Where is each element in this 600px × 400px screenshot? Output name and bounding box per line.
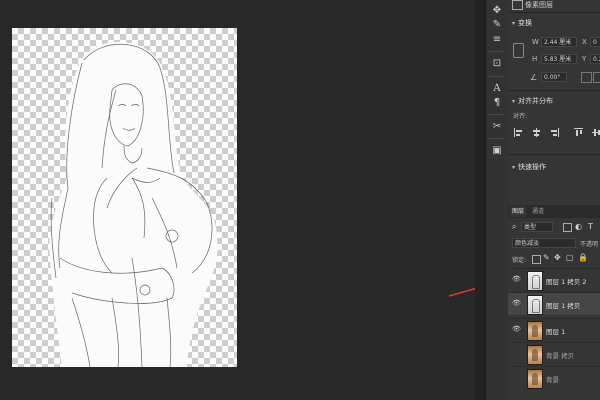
sketch-portrait-image (49, 42, 218, 367)
x-field[interactable]: 0 (590, 37, 600, 47)
flip-vertical-icon[interactable] (593, 72, 600, 83)
character-icon[interactable]: A (489, 82, 505, 96)
layer-thumbnail (527, 295, 543, 315)
tool-divider (489, 138, 505, 139)
tool-divider (489, 51, 505, 52)
lock-all-icon[interactable]: 🔒 (578, 253, 588, 262)
eye-icon[interactable]: 👁 (512, 299, 521, 309)
flip-horizontal-icon[interactable] (581, 72, 592, 83)
transform-title: 变换 (518, 19, 533, 27)
y-field[interactable]: 0.2 (590, 54, 600, 64)
eye-icon[interactable]: 👁 (512, 325, 521, 335)
tool-divider (489, 76, 505, 77)
eye-hidden-icon[interactable] (512, 373, 519, 383)
chevron-down-icon: ▾ (512, 98, 516, 105)
align-center-icon[interactable] (532, 128, 541, 137)
w-label: W (532, 38, 539, 46)
layer-name: 图层 1 (546, 328, 566, 336)
width-field[interactable]: 2.44 厘米 (541, 37, 577, 47)
eye-icon[interactable]: 👁 (512, 275, 521, 285)
divider (508, 12, 600, 13)
layer-name: 背景 拷贝 (546, 352, 575, 360)
divider (508, 90, 600, 91)
filter-text-icon[interactable]: T (588, 222, 593, 231)
height-field[interactable]: 5.83 厘米 (541, 54, 577, 64)
lock-label: 锁定: (512, 257, 527, 264)
align-title: 对齐并分布 (518, 97, 554, 105)
layer-thumbnail (527, 321, 543, 341)
quick-actions-title[interactable]: ▾ 快速操作 (512, 162, 546, 172)
layer-thumbnail (527, 345, 543, 365)
layer-row[interactable]: 👁 图层 1 拷贝 2 (508, 268, 600, 291)
layer-filter-select[interactable]: 类型 (521, 222, 553, 232)
angle-field[interactable]: 0.00° (541, 72, 567, 82)
chevron-down-icon: ▾ (512, 164, 516, 171)
layer-row[interactable]: 👁 图层 1 (508, 318, 600, 341)
document-canvas[interactable] (12, 28, 237, 367)
layer-row[interactable]: 背景 拷贝 (508, 342, 600, 365)
transform-section-title[interactable]: ▾ 变换 (512, 18, 532, 28)
opacity-label: 不透明 (580, 241, 599, 248)
lock-position-icon[interactable]: ✥ (554, 253, 561, 262)
layer-name: 图层 1 拷贝 (546, 302, 581, 310)
blend-mode-select[interactable]: 颜色减淡 (512, 238, 576, 248)
tab-layers[interactable]: 图层 (510, 206, 527, 217)
align-top-icon[interactable] (574, 128, 583, 137)
layer-kind-label: 像素图层 (525, 1, 553, 9)
align-subtitle: 对齐: (513, 113, 528, 120)
search-icon: ⌕ (512, 222, 517, 231)
brush-icon[interactable]: ✎ (489, 18, 505, 32)
layer-name: 背景 (546, 376, 559, 384)
library-icon[interactable]: ▣ (489, 144, 505, 158)
layer-thumbnail (527, 369, 543, 389)
adjust-icon[interactable]: ≡ (489, 33, 505, 47)
y-label: Y (582, 55, 587, 63)
move-icon[interactable]: ✥ (489, 4, 505, 18)
layer-thumbnail (527, 271, 543, 291)
lock-paint-icon[interactable]: ✎ (543, 253, 550, 262)
align-middle-icon[interactable] (592, 128, 600, 137)
angle-icon: ∠ (530, 73, 538, 82)
lock-pixels-icon[interactable] (532, 255, 541, 264)
tool-divider (489, 114, 505, 115)
layer-row[interactable]: 背景 (508, 366, 600, 400)
filter-pixel-icon[interactable] (563, 223, 572, 232)
divider (508, 154, 600, 155)
layer-row-selected[interactable]: 👁 图层 1 拷贝 (508, 292, 600, 315)
tab-channels[interactable]: 通道 (530, 206, 546, 217)
chevron-down-icon: ▾ (512, 20, 516, 27)
layer-name: 图层 1 拷贝 2 (546, 278, 587, 286)
stamp-icon[interactable]: ⊡ (489, 57, 505, 71)
tools-icon[interactable]: ✂ (489, 120, 505, 134)
link-icon[interactable] (513, 43, 524, 58)
x-label: X (582, 38, 587, 46)
h-label: H (532, 55, 538, 63)
filter-adjust-icon[interactable]: ◐ (575, 222, 582, 231)
panel-toolbar: ✥ ✎ ≡ ⊡ A ¶ ✂ ▣ (485, 0, 509, 400)
align-section-title[interactable]: ▾ 对齐并分布 (512, 96, 553, 106)
quick-actions-label: 快速操作 (518, 163, 547, 171)
paragraph-icon[interactable]: ¶ (489, 96, 505, 110)
lock-artboard-icon[interactable]: ▢ (566, 253, 574, 262)
pixel-layer-icon (512, 0, 523, 10)
canvas-border (475, 0, 485, 400)
properties-layers-panel: 像素图层 ▾变换 W 2.44 厘米 X 0 H 5.83 厘米 Y 0.2 ∠… (508, 0, 600, 400)
align-right-icon[interactable] (550, 128, 559, 137)
align-left-icon[interactable] (514, 128, 523, 137)
eye-hidden-icon[interactable] (512, 349, 519, 359)
